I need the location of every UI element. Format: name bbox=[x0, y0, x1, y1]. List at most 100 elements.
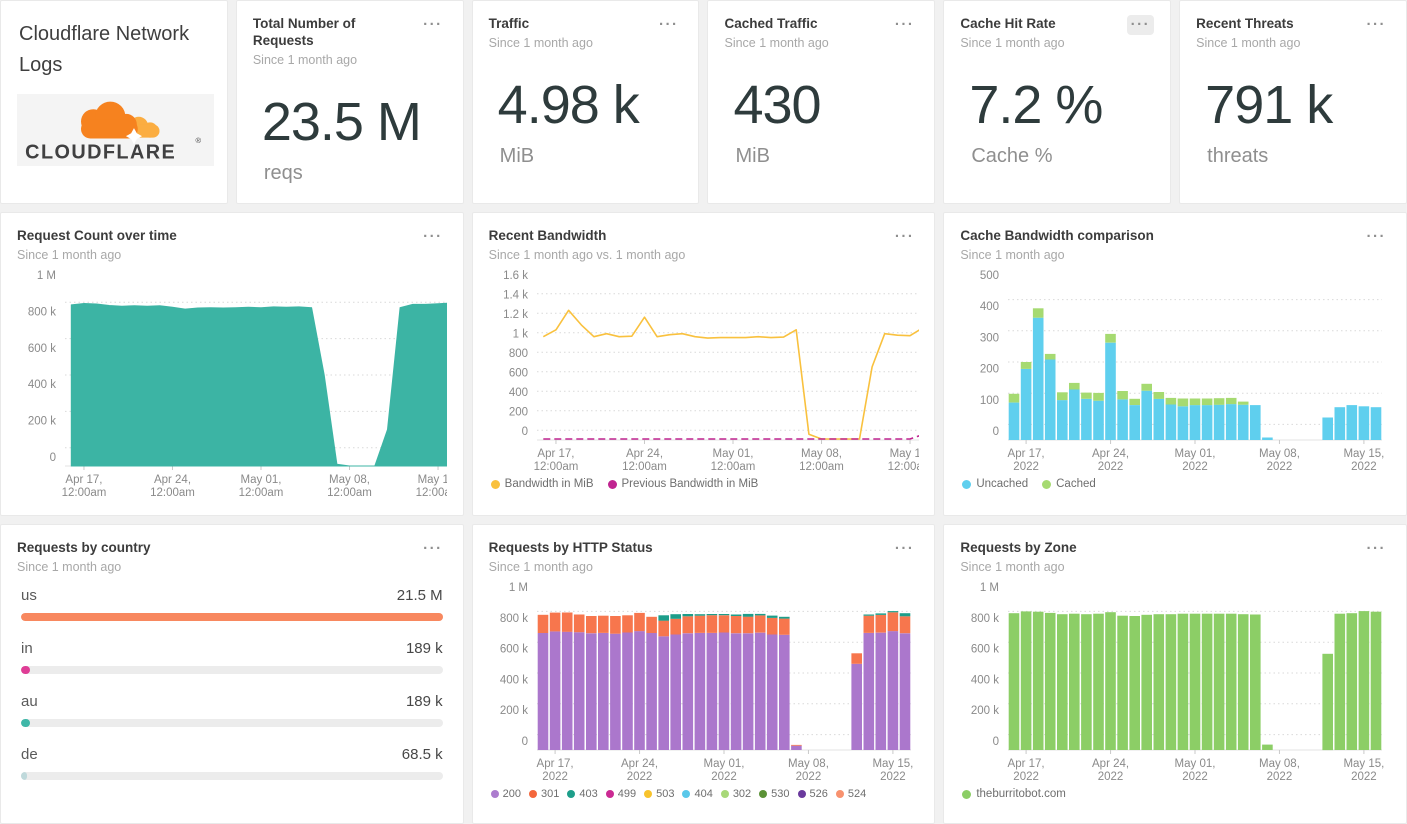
bar-segment bbox=[706, 614, 717, 616]
bar-segment bbox=[887, 612, 898, 632]
ellipsis-menu-icon[interactable]: ··· bbox=[419, 15, 447, 35]
bar-segment bbox=[718, 614, 729, 616]
ellipsis-menu-icon[interactable]: ··· bbox=[891, 227, 919, 247]
legend-item-526[interactable]: 526 bbox=[797, 788, 828, 800]
legend-label: 530 bbox=[771, 788, 790, 800]
country-row-in: in 189 k bbox=[21, 640, 443, 674]
legend-dot bbox=[835, 790, 844, 798]
bar-segment bbox=[1093, 613, 1105, 750]
svg-text:1.4 k: 1.4 k bbox=[503, 290, 528, 302]
svg-text:400 k: 400 k bbox=[971, 674, 999, 686]
ellipsis-menu-icon[interactable]: ··· bbox=[1362, 539, 1390, 559]
recent-bandwidth-svg[interactable]: 0 200 400 600 800 1 k 1.2 k 1.4 k 1.6 k Apr 17, 12… bbox=[489, 268, 919, 474]
bar-segment bbox=[658, 615, 669, 621]
chart-legend: Uncached Cached bbox=[960, 474, 1390, 490]
panel-requests-by-zone: Requests by Zone Since 1 month ago ··· 0… bbox=[943, 524, 1407, 824]
bar-segment bbox=[1358, 611, 1370, 750]
legend-item-uncached[interactable]: Uncached bbox=[962, 478, 1028, 490]
ellipsis-menu-icon[interactable]: ··· bbox=[419, 227, 447, 247]
legend-item-302[interactable]: 302 bbox=[720, 788, 751, 800]
country-value: 68.5 k bbox=[401, 746, 443, 763]
bar-segment bbox=[1334, 613, 1346, 750]
country-bar-track bbox=[21, 772, 443, 780]
svg-text:May 01,2022: May 01, 2022 bbox=[1175, 448, 1216, 473]
bar-segment bbox=[1226, 404, 1237, 440]
panel-title: Requests by country bbox=[17, 540, 151, 555]
bar-segment bbox=[1165, 397, 1177, 405]
http-status-chart[interactable]: 0 200 k 400 k 600 k 800 k 1 M Apr 17, 2022 Apr 2… bbox=[489, 580, 919, 784]
legend-dot bbox=[644, 790, 653, 798]
ellipsis-menu-icon[interactable]: ··· bbox=[1362, 15, 1390, 35]
svg-text:0: 0 bbox=[993, 736, 999, 748]
svg-text:800 k: 800 k bbox=[971, 613, 999, 625]
legend-item-bandwidth-in-mib[interactable]: Bandwidth in MiB bbox=[490, 478, 594, 490]
panel-requests-by-country: Requests by country Since 1 month ago ··… bbox=[0, 524, 464, 824]
legend-item-200[interactable]: 200 bbox=[490, 788, 521, 800]
line-series bbox=[542, 309, 919, 440]
bar-segment bbox=[1202, 613, 1213, 750]
svg-text:200: 200 bbox=[980, 364, 999, 376]
requests-by-http-status-svg[interactable]: 0 200 k 400 k 600 k 800 k 1 M Apr 17, 2022 Apr 2… bbox=[489, 580, 919, 784]
area-series bbox=[70, 302, 447, 467]
legend-dot bbox=[490, 790, 499, 798]
svg-text:800: 800 bbox=[508, 348, 527, 360]
svg-text:600 k: 600 k bbox=[28, 343, 56, 355]
request-count-svg[interactable]: 0 200 k 400 k 600 k 800 k 1 M Apr 17, 12:00am Ap… bbox=[17, 268, 447, 500]
legend-item-301[interactable]: 301 bbox=[529, 788, 559, 800]
legend-item-404[interactable]: 404 bbox=[682, 788, 713, 800]
bar-segment bbox=[778, 634, 790, 750]
ellipsis-menu-icon[interactable]: ··· bbox=[655, 15, 683, 35]
cloud-shape bbox=[80, 101, 138, 139]
bar-segment bbox=[658, 620, 669, 637]
svg-text:Apr 17,12:00am: Apr 17, 12:00am bbox=[62, 474, 107, 499]
ellipsis-menu-icon[interactable]: ··· bbox=[1362, 227, 1390, 247]
svg-text:May 01,12:00am: May 01, 12:00am bbox=[239, 474, 284, 499]
legend-item-theburritobot-com[interactable]: theburritobot.com bbox=[962, 788, 1066, 800]
svg-text:200: 200 bbox=[508, 407, 527, 419]
legend-label: 524 bbox=[847, 788, 867, 800]
ellipsis-menu-icon[interactable]: ··· bbox=[1126, 15, 1155, 35]
ellipsis-menu-icon[interactable]: ··· bbox=[419, 539, 447, 559]
legend-item-503[interactable]: 503 bbox=[644, 788, 674, 800]
request-count-chart[interactable]: 0 200 k 400 k 600 k 800 k 1 M Apr 17, 12:00am Ap… bbox=[17, 268, 447, 500]
bar-segment bbox=[694, 633, 705, 750]
panel-title: Requests by Zone bbox=[960, 540, 1077, 555]
bar-segment bbox=[658, 636, 669, 750]
legend-dot bbox=[797, 790, 806, 798]
panel-requests-by-http-status: Requests by HTTP Status Since 1 month ag… bbox=[471, 524, 936, 824]
bar-segment bbox=[1202, 398, 1213, 406]
panel-subtitle: Since 1 month ago bbox=[488, 560, 593, 574]
panel-recent-threats: Recent Threats Since 1 month ago ··· 791… bbox=[1179, 0, 1407, 204]
svg-text:May 08,12:00am: May 08, 12:00am bbox=[799, 448, 844, 473]
bar-segment bbox=[1045, 359, 1056, 440]
svg-text:May 08,2022: May 08, 2022 bbox=[788, 758, 829, 783]
svg-text:Apr 24,2022: Apr 24, 2022 bbox=[1092, 758, 1129, 783]
recent-bandwidth-chart[interactable]: 0 200 400 600 800 1 k 1.2 k 1.4 k 1.6 k Apr 17, 12… bbox=[489, 268, 919, 474]
legend-dot bbox=[682, 790, 691, 798]
bar-segment bbox=[1105, 612, 1117, 750]
legend-item-403[interactable]: 403 bbox=[567, 788, 598, 800]
legend-item-530[interactable]: 530 bbox=[759, 788, 790, 800]
legend-item-499[interactable]: 499 bbox=[605, 788, 636, 800]
legend-item-previous-bandwidth-in-mib[interactable]: Previous Bandwidth in MiB bbox=[607, 478, 758, 490]
bar-segment bbox=[1129, 405, 1141, 440]
zone-chart[interactable]: 0 200 k 400 k 600 k 800 k 1 M Apr 17, 2022 Apr 2… bbox=[960, 580, 1390, 784]
cache-bandwidth-comparison-svg[interactable]: 0 100 200 300 400 500 Apr 17, 2022 Apr 24, 2022 Ma… bbox=[960, 268, 1390, 474]
svg-text:0: 0 bbox=[993, 426, 999, 438]
bar-segment bbox=[537, 633, 548, 750]
svg-text:1 M: 1 M bbox=[980, 582, 999, 594]
legend-item-cached[interactable]: Cached bbox=[1042, 478, 1096, 490]
bar-segment bbox=[778, 616, 790, 619]
bar-segment bbox=[1045, 353, 1056, 360]
ellipsis-menu-icon[interactable]: ··· bbox=[891, 15, 919, 35]
requests-by-zone-svg[interactable]: 0 200 k 400 k 600 k 800 k 1 M Apr 17, 2022 Apr 2… bbox=[960, 580, 1390, 784]
cache-bandwidth-chart[interactable]: 0 100 200 300 400 500 Apr 17, 2022 Apr 24, 2022 Ma… bbox=[960, 268, 1390, 474]
svg-text:1 M: 1 M bbox=[37, 270, 56, 282]
svg-text:Apr 17,2022: Apr 17, 2022 bbox=[1008, 758, 1045, 783]
svg-text:May 15,2022: May 15, 2022 bbox=[1344, 448, 1385, 473]
bar-segment bbox=[1021, 362, 1032, 369]
ellipsis-menu-icon[interactable]: ··· bbox=[891, 539, 919, 559]
svg-text:300: 300 bbox=[980, 332, 999, 344]
legend-item-524[interactable]: 524 bbox=[835, 788, 867, 800]
svg-text:1.2 k: 1.2 k bbox=[503, 309, 528, 321]
